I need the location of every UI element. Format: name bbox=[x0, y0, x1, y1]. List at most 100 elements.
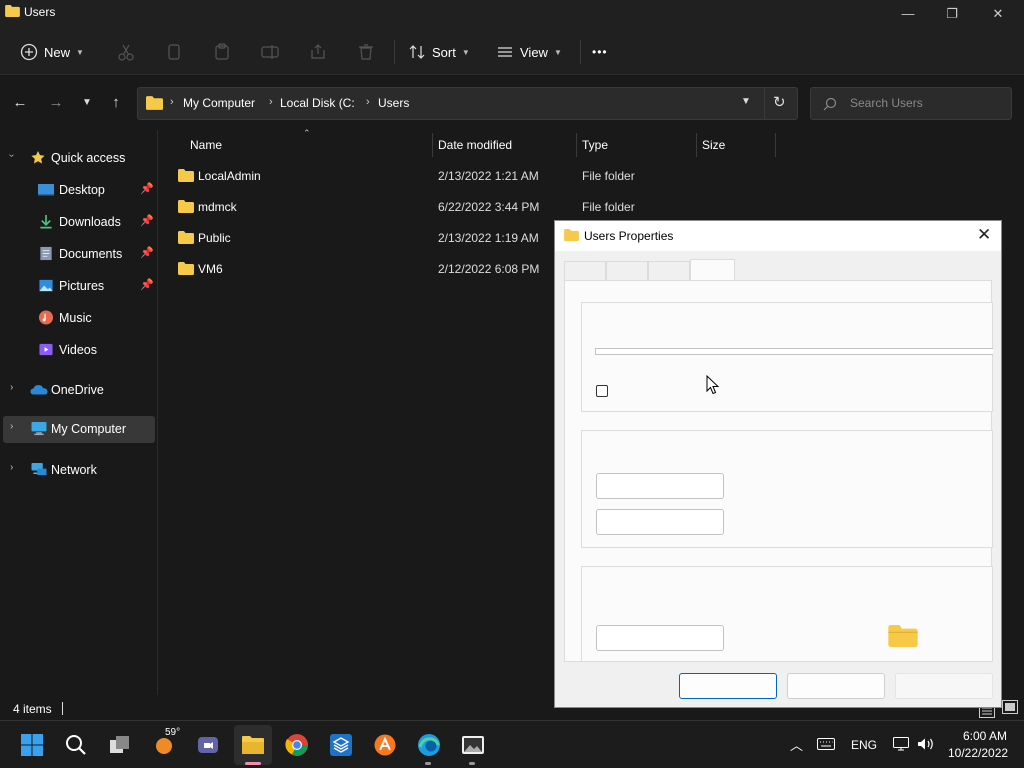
sidebar-item-music[interactable]: Music bbox=[0, 305, 155, 331]
sidebar-item-onedrive[interactable]: › OneDrive bbox=[0, 377, 155, 403]
sort-button[interactable]: Sort ▼ bbox=[408, 38, 470, 66]
breadcrumb-local-disk[interactable]: Local Disk (C: bbox=[280, 96, 355, 110]
keyboard-icon[interactable] bbox=[817, 738, 835, 750]
ok-button[interactable] bbox=[679, 673, 777, 699]
tab-panel bbox=[564, 280, 993, 662]
minimize-button[interactable]: — bbox=[896, 4, 920, 24]
new-button[interactable]: New ▼ bbox=[20, 38, 84, 66]
clock-time[interactable]: 6:00 AM bbox=[963, 729, 1007, 743]
share-icon[interactable] bbox=[308, 42, 328, 62]
copy-icon[interactable] bbox=[164, 42, 184, 62]
file-row[interactable]: mdmck 6/22/2022 3:44 PM File folder bbox=[170, 193, 650, 221]
address-history-chevron-icon[interactable]: ▼ bbox=[741, 96, 751, 107]
tab-customize[interactable] bbox=[690, 259, 735, 281]
rename-icon[interactable] bbox=[260, 42, 280, 62]
forward-arrow-icon[interactable]: → bbox=[46, 93, 66, 113]
task-view-icon[interactable] bbox=[108, 733, 132, 757]
tab-general[interactable] bbox=[564, 261, 606, 281]
refresh-icon[interactable]: ↻ bbox=[773, 93, 786, 111]
search-icon[interactable] bbox=[64, 733, 88, 757]
expand-chevron-icon[interactable]: › bbox=[6, 154, 17, 157]
large-icons-view-icon[interactable] bbox=[1002, 700, 1018, 714]
column-divider[interactable] bbox=[576, 133, 577, 157]
clock-date[interactable]: 10/22/2022 bbox=[948, 746, 1008, 760]
star-icon bbox=[31, 150, 45, 164]
group-box-folder-icons bbox=[581, 566, 993, 662]
expand-chevron-icon[interactable]: › bbox=[10, 421, 13, 432]
address-bar[interactable]: › My Computer › Local Disk (C: › Users ▼… bbox=[137, 87, 798, 120]
windows-start-icon[interactable] bbox=[20, 733, 44, 757]
pin-icon: 📌 bbox=[140, 183, 154, 195]
sidebar-item-videos[interactable]: Videos bbox=[0, 337, 155, 363]
view-button[interactable]: View ▼ bbox=[496, 38, 562, 66]
pin-icon: 📌 bbox=[140, 247, 154, 259]
cut-icon[interactable] bbox=[116, 42, 136, 62]
choose-file-button[interactable] bbox=[596, 473, 724, 499]
sort-label: Sort bbox=[432, 44, 456, 60]
folder-icon bbox=[178, 262, 194, 275]
file-explorer-icon[interactable] bbox=[241, 733, 265, 757]
volume-icon[interactable] bbox=[917, 737, 935, 751]
sidebar-item-my-computer[interactable]: › My Computer bbox=[3, 416, 155, 443]
photo-app-icon[interactable] bbox=[461, 733, 485, 757]
sandbox-app-icon[interactable] bbox=[329, 733, 353, 757]
window-title: Users bbox=[24, 5, 56, 19]
tab-security[interactable] bbox=[648, 261, 690, 281]
chevron-down-icon: ▼ bbox=[461, 47, 470, 57]
up-arrow-icon[interactable]: ↑ bbox=[106, 93, 126, 113]
maximize-button[interactable]: ❐ bbox=[940, 4, 964, 24]
column-divider[interactable] bbox=[696, 133, 697, 157]
apply-subfolders-checkbox[interactable] bbox=[596, 385, 608, 397]
sidebar-item-pictures[interactable]: Pictures 📌 bbox=[0, 273, 155, 299]
dialog-close-icon[interactable]: ✕ bbox=[977, 225, 991, 245]
avast-icon[interactable] bbox=[373, 733, 397, 757]
toolbar-separator bbox=[394, 40, 395, 64]
column-divider[interactable] bbox=[775, 133, 776, 157]
sidebar-item-network[interactable]: › Network bbox=[0, 457, 155, 483]
file-date: 2/13/2022 1:21 AM bbox=[438, 169, 539, 183]
tab-sharing[interactable] bbox=[606, 261, 648, 281]
breadcrumb-users[interactable]: Users bbox=[378, 96, 409, 110]
network-status-icon[interactable] bbox=[893, 737, 909, 751]
column-divider[interactable] bbox=[432, 133, 433, 157]
column-header-size[interactable]: Size bbox=[702, 138, 725, 152]
show-hidden-icons-chevron-icon[interactable]: ︿ bbox=[790, 735, 803, 754]
search-input[interactable]: Search Users bbox=[810, 87, 1012, 120]
paste-icon[interactable] bbox=[212, 42, 232, 62]
sidebar-item-documents[interactable]: Documents 📌 bbox=[0, 241, 155, 267]
see-more-button[interactable]: ••• bbox=[592, 38, 608, 66]
pin-icon: 📌 bbox=[140, 215, 154, 227]
sidebar-item-quick-access[interactable]: › Quick access bbox=[0, 145, 155, 171]
dialog-title-bar: Users Properties ✕ bbox=[555, 221, 1001, 251]
expand-chevron-icon[interactable]: › bbox=[10, 462, 13, 473]
column-header-type[interactable]: Type bbox=[582, 138, 608, 152]
cancel-button[interactable] bbox=[787, 673, 885, 699]
column-header-date-modified[interactable]: Date modified bbox=[438, 138, 512, 152]
sidebar-item-label: OneDrive bbox=[51, 383, 104, 397]
restore-default-button[interactable] bbox=[596, 509, 724, 535]
videos-icon bbox=[39, 343, 53, 356]
recent-locations-chevron-icon[interactable]: ▼ bbox=[77, 93, 97, 113]
column-header-name[interactable]: Name bbox=[190, 138, 222, 152]
expand-chevron-icon[interactable]: › bbox=[10, 382, 13, 393]
file-date: 2/12/2022 6:08 PM bbox=[438, 262, 540, 276]
mouse-cursor-icon bbox=[706, 375, 720, 395]
teams-chat-icon[interactable] bbox=[196, 733, 220, 757]
chrome-icon[interactable] bbox=[285, 733, 309, 757]
sidebar-item-desktop[interactable]: Desktop 📌 bbox=[0, 177, 155, 203]
breadcrumb-separator-icon: › bbox=[269, 96, 273, 108]
edge-icon[interactable] bbox=[417, 733, 441, 757]
apply-button[interactable] bbox=[895, 673, 993, 699]
folder-icon bbox=[888, 625, 918, 647]
close-button[interactable]: ✕ bbox=[986, 4, 1010, 24]
file-row[interactable]: LocalAdmin 2/13/2022 1:21 AM File folder bbox=[170, 162, 650, 190]
template-dropdown[interactable] bbox=[595, 348, 993, 355]
language-indicator[interactable]: ENG bbox=[851, 738, 877, 752]
breadcrumb-my-computer[interactable]: My Computer bbox=[183, 96, 255, 110]
sidebar-item-downloads[interactable]: Downloads 📌 bbox=[0, 209, 155, 235]
delete-icon[interactable] bbox=[356, 42, 376, 62]
change-icon-button[interactable] bbox=[596, 625, 724, 651]
folder-icon bbox=[564, 229, 579, 241]
network-icon bbox=[31, 462, 47, 476]
back-arrow-icon[interactable]: ← bbox=[10, 93, 30, 113]
